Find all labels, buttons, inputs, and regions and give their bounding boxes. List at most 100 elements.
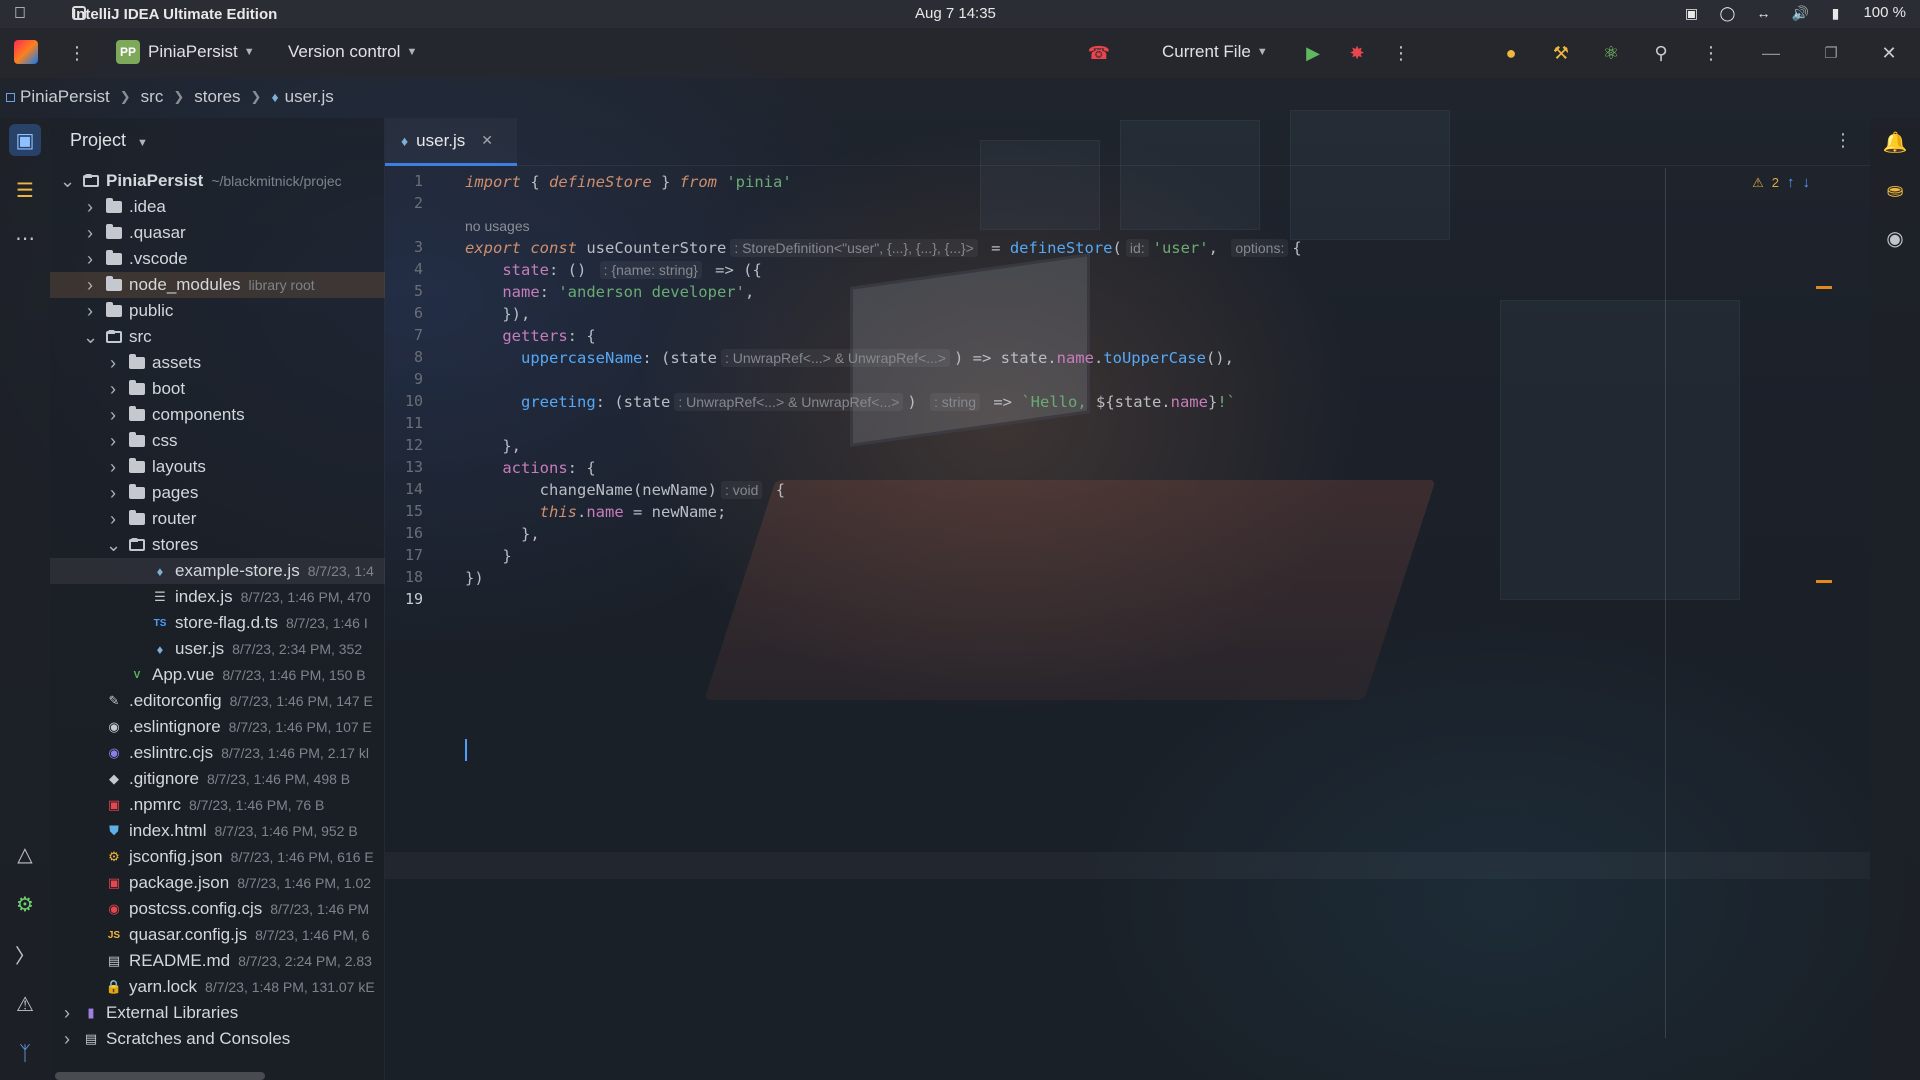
breadcrumb-src[interactable]: src [141,87,164,107]
clock[interactable]: Aug 7 14:35 [915,5,996,22]
tree-item[interactable]: › router [50,506,385,532]
debug-icon[interactable]: ✸ [1344,40,1370,66]
restore-window-icon[interactable]: ❐ [1818,40,1844,66]
chevron-right-icon[interactable]: › [106,509,120,530]
tree-item[interactable]: › node_modules library root [50,272,385,298]
breadcrumb-project[interactable]: PiniaPersist [20,87,110,107]
tree-item[interactable]: › assets [50,350,385,376]
line-number[interactable]: 4 [385,260,423,278]
tab-options-icon[interactable]: ⋮ [1834,130,1852,151]
tree-item[interactable]: ◉ postcss.config.cjs 8/7/23, 1:46 PM [50,896,385,922]
database-icon[interactable]: ⛂ [1879,174,1911,206]
chevron-right-icon[interactable]: › [83,197,97,218]
line-number[interactable]: 14 [385,480,423,498]
tree-item[interactable]: ⚙ jsconfig.json 8/7/23, 1:46 PM, 616 E [50,844,385,870]
build-tools-icon[interactable]: ⚒ [1548,40,1574,66]
chevron-right-icon[interactable]: › [83,223,97,244]
chevron-down-icon[interactable]: ⌄ [83,327,98,348]
apple-icon[interactable]:  [14,5,42,23]
chevron-right-icon[interactable]: › [83,275,97,296]
close-icon[interactable]: ✕ [481,132,493,149]
accessibility-icon[interactable]: ◯ [1719,5,1736,21]
intellij-logo-icon[interactable] [14,40,38,64]
line-number[interactable]: 13 [385,458,423,476]
chevron-right-icon[interactable]: › [106,405,120,426]
run-icon[interactable]: ▶ [1300,40,1326,66]
tree-item[interactable]: › components [50,402,385,428]
tree-item[interactable]: ◉ .eslintrc.cjs 8/7/23, 1:46 PM, 2.17 kl [50,740,385,766]
project-switcher[interactable]: PP PiniaPersist ▼ [116,40,255,64]
line-number[interactable]: 7 [385,326,423,344]
volume-icon[interactable]: 🔊 [1791,5,1808,21]
previous-highlight-icon[interactable]: ↑ [1787,174,1795,191]
line-number[interactable]: 11 [385,414,423,432]
more-tools-icon[interactable]: ⋯ [9,222,41,254]
copilot-icon[interactable]: ◉ [1879,222,1911,254]
tree-item[interactable]: V App.vue 8/7/23, 1:46 PM, 150 B [50,662,385,688]
tree-item[interactable]: ⛊ index.html 8/7/23, 1:46 PM, 952 B [50,818,385,844]
line-number[interactable]: 10 [385,392,423,410]
tree-item[interactable]: ▣ package.json 8/7/23, 1:46 PM, 1.02 [50,870,385,896]
ai-assistant-icon[interactable]: ⚛ [1598,40,1624,66]
line-number[interactable]: 5 [385,282,423,300]
tree-item[interactable]: ♦ user.js 8/7/23, 2:34 PM, 352 [50,636,385,662]
chevron-right-icon[interactable]: › [106,483,120,504]
chevron-right-icon[interactable]: › [83,249,97,270]
close-window-icon[interactable]: ✕ [1876,40,1902,66]
line-number[interactable]: 6 [385,304,423,322]
line-number[interactable]: 1 [385,172,423,190]
breadcrumb-file[interactable]: user.js [285,87,334,107]
tree-item[interactable]: › css [50,428,385,454]
line-number[interactable]: 8 [385,348,423,366]
tree-item[interactable]: TS store-flag.d.ts 8/7/23, 1:46 I [50,610,385,636]
network-icon[interactable]: ↔ [1755,5,1771,21]
line-number[interactable]: 18 [385,568,423,586]
line-number[interactable]: 9 [385,370,423,388]
tree-item[interactable]: ⌄ src [50,324,385,350]
line-number[interactable]: 17 [385,546,423,564]
breadcrumb-stores[interactable]: stores [194,87,240,107]
screen-record-icon[interactable]: ▣ [1683,5,1699,21]
line-number[interactable]: 3 [385,238,423,256]
tree-item[interactable]: 🔒 yarn.lock 8/7/23, 1:48 PM, 131.07 kE [50,974,385,1000]
warning-scroll-marker[interactable] [1816,580,1832,583]
battery-icon[interactable]: ▮ [1827,5,1843,21]
tree-item[interactable]: › ▤ Scratches and Consoles [50,1026,385,1052]
terminal-tool-icon[interactable]: 〉 [9,938,41,970]
code-with-me-icon[interactable]: ● [1498,40,1524,66]
line-number[interactable]: 12 [385,436,423,454]
tree-item[interactable]: ♦ example-store.js 8/7/23, 1:4 [50,558,385,584]
tree-item[interactable]: › ▮ External Libraries [50,1000,385,1026]
minimize-icon[interactable]: — [1758,40,1784,66]
tab-user-js[interactable]: ♦ user.js ✕ [385,118,517,166]
code-with-me-call-icon[interactable]: ☎ [1086,40,1112,66]
tree-item[interactable]: › pages [50,480,385,506]
line-number[interactable]: 19 [385,590,423,608]
tree-item[interactable]: ☰ index.js 8/7/23, 1:46 PM, 470 [50,584,385,610]
chevron-right-icon[interactable]: › [106,353,120,374]
tree-item[interactable]: ✎ .editorconfig 8/7/23, 1:46 PM, 147 E [50,688,385,714]
tree-item[interactable]: › .quasar [50,220,385,246]
project-panel-header[interactable]: Project ▼ [70,130,148,151]
git-tool-icon[interactable]: ᛉ [9,1038,41,1070]
plugins-tool-icon[interactable]: ⚙ [9,888,41,920]
tree-item[interactable]: ▣ .npmrc 8/7/23, 1:46 PM, 76 B [50,792,385,818]
project-tool-icon[interactable]: ▣ [9,124,41,156]
chevron-right-icon[interactable]: › [60,1003,74,1024]
notifications-icon[interactable]: 🔔 [1879,126,1911,158]
tree-item[interactable]: JS quasar.config.js 8/7/23, 1:46 PM, 6 [50,922,385,948]
chevron-right-icon[interactable]: › [60,1029,74,1050]
horizontal-scrollbar[interactable] [55,1072,265,1080]
search-icon[interactable]: ⚲ [1648,40,1674,66]
line-number[interactable]: 16 [385,524,423,542]
tree-item[interactable]: › .idea [50,194,385,220]
chevron-right-icon[interactable]: › [83,301,97,322]
chevron-right-icon[interactable]: › [106,457,120,478]
settings-more-icon[interactable]: ⋮ [1698,40,1724,66]
line-number[interactable]: 2 [385,194,423,212]
chevron-right-icon[interactable]: › [106,431,120,452]
app-title[interactable]: IntelliJ IDEA Ultimate Edition [72,6,277,23]
battery-percentage[interactable]: 100 % [1863,4,1906,21]
tree-item[interactable]: ◆ .gitignore 8/7/23, 1:46 PM, 498 B [50,766,385,792]
structure-tool-icon[interactable]: ☰ [9,174,41,206]
